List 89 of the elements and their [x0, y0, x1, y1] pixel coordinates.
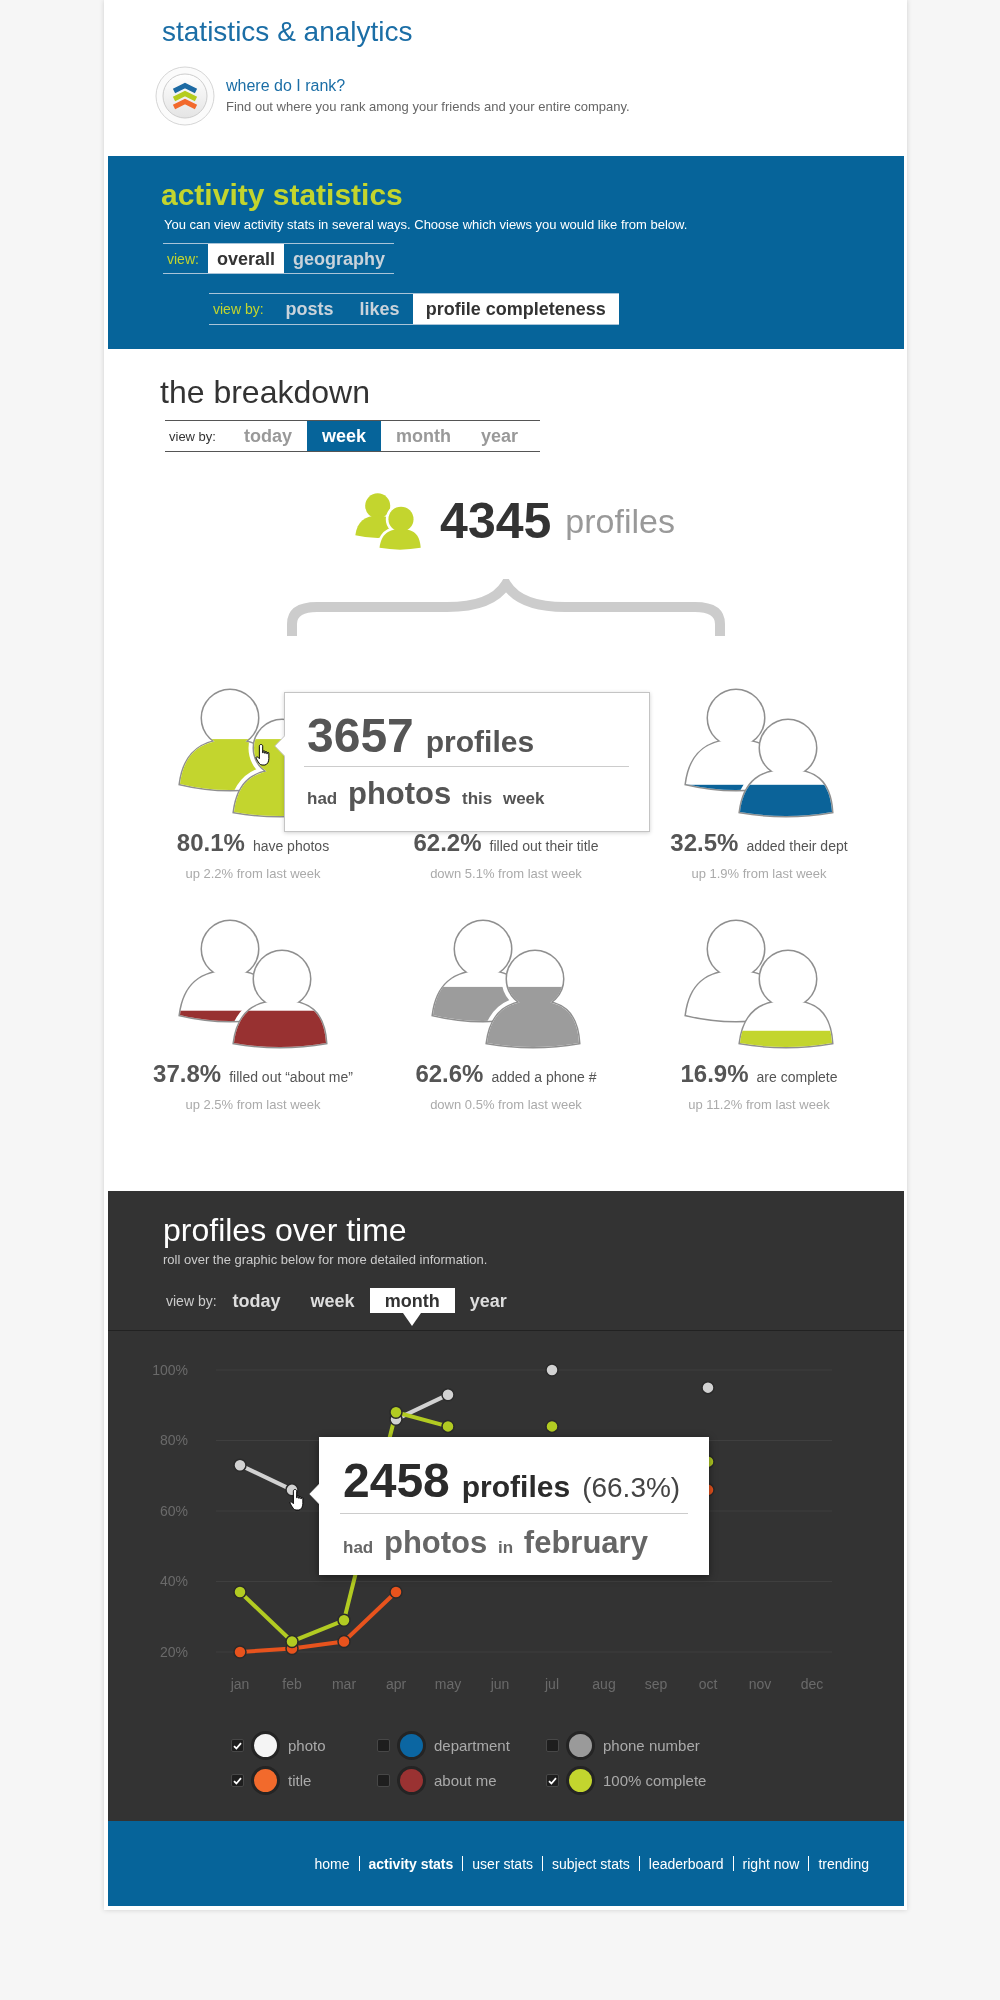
data-point	[389, 1585, 403, 1599]
tab[interactable]: posts	[272, 294, 347, 324]
legend-label: about me	[434, 1772, 497, 1789]
page-title: statistics & analytics	[162, 15, 413, 49]
tooltip-unit: profiles	[461, 1469, 571, 1505]
tab[interactable]: overall	[207, 244, 284, 273]
section-title: activity statistics	[161, 179, 403, 211]
section-description: roll over the graphic below for more detailed information.	[163, 1252, 488, 1268]
curly-brace-icon	[287, 579, 725, 636]
stat-change: up 11.2% from last week	[688, 1097, 830, 1113]
view-label: view by:	[166, 1292, 217, 1309]
data-point	[233, 1585, 247, 1599]
data-point	[701, 1380, 715, 1395]
stat-value: 37.8%	[153, 1060, 222, 1088]
tooltip-unit: profiles	[425, 724, 535, 760]
stat-label: added their dept	[746, 837, 848, 856]
legend-label: phone number	[603, 1737, 700, 1754]
stat-label: filled out their title	[489, 837, 599, 856]
checkbox[interactable]	[546, 1739, 559, 1752]
data-point	[337, 1634, 351, 1649]
tab[interactable]: geography	[283, 244, 394, 273]
tab[interactable]: week	[307, 421, 382, 451]
stat-change: up 2.5% from last week	[185, 1097, 321, 1113]
stat-value: 62.2%	[413, 829, 482, 857]
data-point	[389, 1405, 403, 1420]
stat-change: down 0.5% from last week	[430, 1097, 582, 1113]
stat-value: 16.9%	[680, 1060, 749, 1088]
data-point	[337, 1613, 351, 1628]
total-unit: profiles	[565, 501, 675, 541]
section-description: You can view activity stats in several ways. Choose which views you would like from below.	[164, 217, 688, 233]
rank-link[interactable]: where do I rank?	[226, 76, 346, 96]
legend-label: photo	[288, 1737, 326, 1754]
rank-chevrons-icon[interactable]	[155, 66, 215, 126]
stat-change: up 2.2% from last week	[185, 866, 321, 882]
checkmark-icon	[233, 1741, 242, 1750]
stat-change: up 1.9% from last week	[691, 866, 827, 882]
rank-description: Find out where you rank among your friends and your entire company.	[226, 99, 630, 115]
tab[interactable]: today	[217, 1288, 296, 1313]
checkbox[interactable]	[231, 1739, 244, 1752]
data-point	[545, 1363, 559, 1377]
data-point	[285, 1634, 299, 1649]
nav-link[interactable]: subject stats	[552, 1855, 630, 1872]
nav-link[interactable]: trending	[818, 1855, 869, 1872]
tooltip-caption: had photos in february	[343, 1526, 648, 1562]
nav-link[interactable]: right now	[742, 1855, 800, 1872]
tooltip-count: 3657	[307, 710, 414, 762]
checkbox[interactable]	[231, 1774, 244, 1787]
stat-value: 62.6%	[415, 1060, 484, 1088]
nav-link[interactable]: leaderboard	[648, 1855, 724, 1872]
section-title: profiles over time	[163, 1211, 407, 1249]
hand-cursor-icon	[289, 1489, 304, 1511]
nav-link[interactable]: activity stats	[368, 1855, 454, 1872]
people-icon	[353, 491, 424, 551]
checkbox[interactable]	[546, 1774, 559, 1787]
tooltip-share: (66.3%)	[582, 1471, 681, 1505]
view-label: view by:	[169, 428, 216, 444]
tab[interactable]: likes	[346, 294, 413, 324]
stat-label: are complete	[756, 1068, 838, 1087]
section-title: the breakdown	[160, 373, 370, 411]
tab[interactable]: year	[454, 1288, 522, 1313]
stat-change: down 5.1% from last week	[430, 866, 582, 882]
tab[interactable]: profile completeness	[412, 294, 619, 324]
nav-link[interactable]: home	[314, 1855, 350, 1872]
view-label: view:	[167, 250, 199, 267]
stat-value: 32.5%	[670, 829, 739, 857]
hand-cursor-icon	[255, 744, 270, 766]
checkbox[interactable]	[377, 1739, 390, 1752]
checkbox[interactable]	[377, 1774, 390, 1787]
stat-label: have photos	[252, 837, 330, 856]
nav-link[interactable]: user stats	[472, 1855, 534, 1872]
total-count: 4345	[440, 492, 552, 550]
tab[interactable]: week	[295, 1288, 370, 1313]
checkmark-icon	[233, 1776, 242, 1785]
tab-pointer-icon	[403, 1313, 422, 1326]
tooltip-caption: had photos this week	[307, 777, 545, 813]
stat-label: filled out “about me”	[229, 1068, 353, 1087]
stat-value: 80.1%	[176, 829, 245, 857]
legend-label: 100% complete	[603, 1772, 707, 1789]
data-point	[545, 1419, 559, 1434]
legend-label: department	[434, 1737, 510, 1754]
view-label: view by:	[213, 301, 264, 317]
data-point	[233, 1645, 247, 1659]
stat-label: added a phone #	[491, 1068, 597, 1087]
legend-label: title	[288, 1772, 312, 1789]
tooltip-count: 2458	[343, 1455, 450, 1507]
data-point	[233, 1458, 247, 1472]
data-point	[441, 1419, 455, 1434]
data-point	[441, 1387, 455, 1402]
checkmark-icon	[548, 1776, 557, 1785]
